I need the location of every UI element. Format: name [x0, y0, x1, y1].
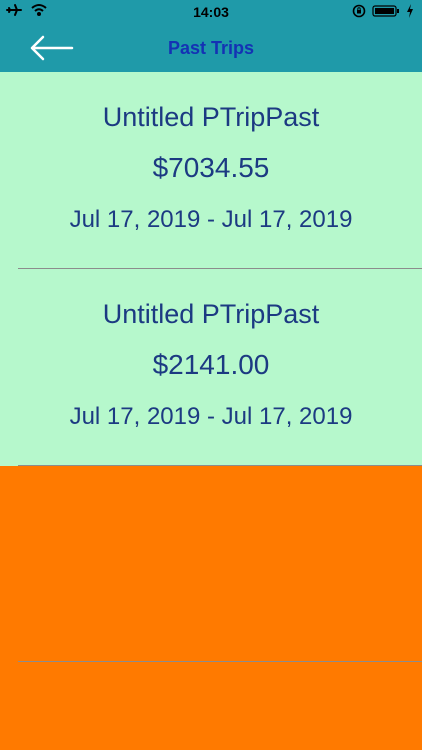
- trip-dates: Jul 17, 2019 - Jul 17, 2019: [69, 403, 353, 430]
- trip-row[interactable]: Untitled PTripPast $2141.00 Jul 17, 2019…: [0, 269, 422, 466]
- trip-amount: $2141.00: [152, 349, 270, 380]
- rotation-lock-icon: [352, 4, 366, 21]
- battery-icon: [372, 4, 400, 21]
- status-right-icons: [352, 4, 414, 21]
- trip-dates: Jul 17, 2019 - Jul 17, 2019: [69, 206, 353, 233]
- charging-icon: [406, 4, 414, 21]
- empty-list-area: [0, 466, 422, 662]
- trip-row[interactable]: Untitled PTripPast $7034.55 Jul 17, 2019…: [0, 72, 422, 269]
- trip-list: Untitled PTripPast $7034.55 Jul 17, 2019…: [0, 72, 422, 466]
- trip-amount: $7034.55: [152, 152, 270, 183]
- row-separator: [18, 268, 422, 269]
- row-separator: [18, 661, 422, 662]
- status-bar: 14:03: [0, 0, 422, 24]
- navigation-bar: Past Trips: [0, 24, 422, 72]
- page-title: Past Trips: [167, 38, 255, 58]
- trip-name: Untitled PTripPast: [102, 102, 320, 132]
- trip-name: Untitled PTripPast: [102, 299, 320, 329]
